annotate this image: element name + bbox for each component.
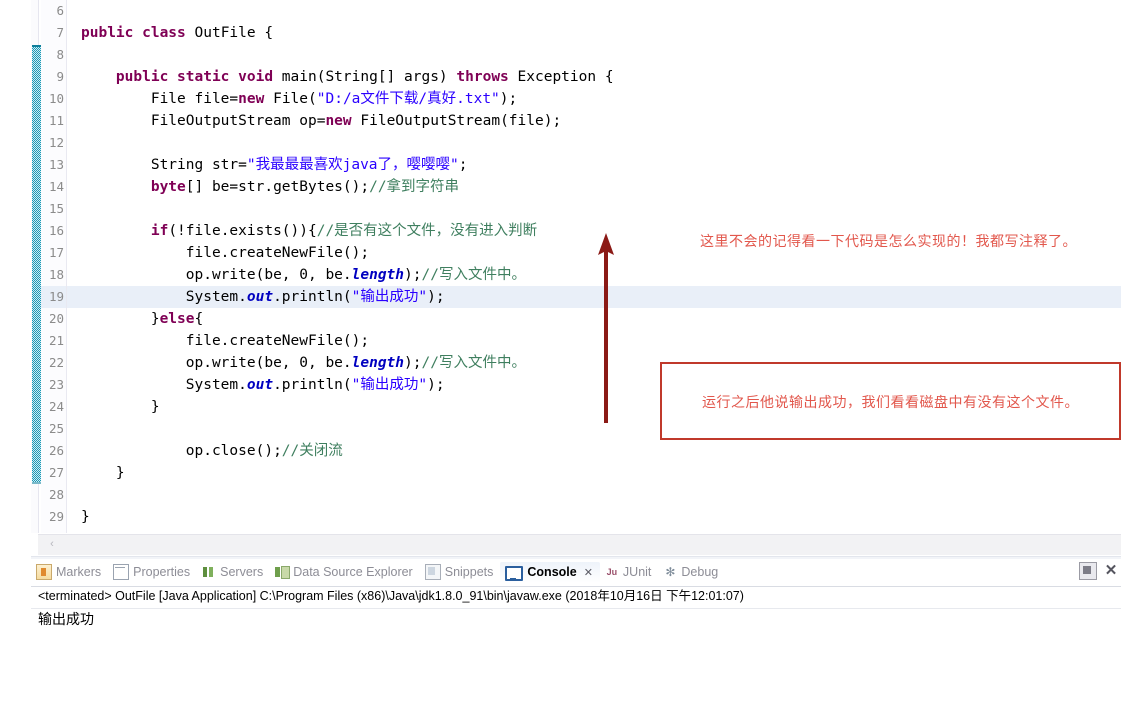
code-line-12[interactable] [67,132,1121,154]
editor-left-margin [0,0,31,556]
line-number-9: 9⊖ [41,66,75,88]
line-number-12: 12 [48,135,64,150]
panel-tab-label: Console [527,565,577,579]
line-number-25: 25 [48,421,64,436]
panel-tab-properties[interactable]: Properties [108,561,197,583]
line-number-14: 14 [48,179,64,194]
panel-left-margin [0,556,31,711]
panel-tab-data-source-explorer[interactable]: Data Source Explorer [270,562,420,582]
annotation-note-top: 这里不会的记得看一下代码是怎么实现的！我都写注释了。 [700,234,1077,250]
line-number-6: 6 [56,3,64,18]
line-number-24: 24 [48,399,64,414]
panel-tab-markers[interactable]: Markers [31,561,108,583]
panel-window-buttons[interactable]: ✕ [1079,562,1119,580]
line-number-19: 19 [41,286,66,308]
code-line-15[interactable] [67,198,1121,220]
code-line-14[interactable]: byte[] be=str.getBytes();//拿到字符串 [67,176,1121,198]
console-launch-config-label: <terminated> OutFile [Java Application] … [38,589,744,603]
line-number-28: 28 [48,487,64,502]
panel-tab-label: JUnit [622,565,652,579]
scroll-left-arrow-icon[interactable]: ‹ [44,536,60,552]
code-line-20[interactable]: }else{ [67,308,1121,330]
code-line-13[interactable]: String str="我最最最喜欢java了，嘤嘤嘤"; [67,154,1121,176]
line-number-13: 13 [48,157,64,172]
panel-tab-label: Debug [681,565,719,579]
editor-horizontal-scrollbar[interactable] [38,534,1121,555]
code-line-6[interactable] [67,0,1121,22]
code-line-27[interactable]: } [67,462,1121,484]
markers-icon [36,564,52,580]
line-number-26: 26 [48,443,64,458]
code-line-11[interactable]: FileOutputStream op=new FileOutputStream… [67,110,1121,132]
panel-tab-junit[interactable]: Ju JUnit [600,562,658,582]
line-number-gutter: 6 7 8 9⊖ 10 11 12 13 14 15 16 17 18 19 20 21 22 23 24 25 26 2… [41,0,75,546]
panel-tab-debug[interactable]: ✻ Debug [658,562,725,582]
panel-tab-snippets[interactable]: Snippets [420,561,501,583]
console-output-area[interactable]: 输出成功 [31,608,1121,711]
code-line-26[interactable]: op.close();//关闭流 [67,440,1121,462]
code-line-19[interactable]: System.out.println("输出成功"); [67,286,1121,308]
panel-tab-bar[interactable]: Markers Properties Servers Data Source Expl… [31,559,1121,585]
line-number-7: 7 [56,25,64,40]
properties-icon [113,564,130,580]
line-number-8: 8 [56,47,64,62]
debug-icon: ✻ [665,565,676,579]
code-text-surface[interactable]: public class OutFile { public static voi… [67,0,1121,533]
annotation-ruler-end [32,482,41,484]
database-icon [275,565,291,579]
line-number-22: 22 [48,355,64,370]
line-number-16: 16 [48,223,64,238]
console-icon [505,565,524,581]
console-output-line: 输出成功 [38,611,94,627]
annotation-note-boxed: 运行之后他说输出成功，我们看看磁盘中有没有这个文件。 [702,395,1079,411]
code-line-21[interactable]: file.createNewFile(); [67,330,1121,352]
line-number-10: 10 [48,91,64,106]
panel-tab-label: Data Source Explorer [293,565,413,579]
tab-close-icon[interactable]: ✕ [584,566,593,579]
panel-tab-label: Snippets [444,565,494,579]
code-editor[interactable]: 6 7 8 9⊖ 10 11 12 13 14 15 16 17 18 19 20 21 22 23 24 25 26 2… [0,0,1121,556]
junit-icon: Ju [606,567,618,577]
line-number-23: 23 [48,377,64,392]
panel-tab-label: Markers [56,565,102,579]
line-number-29: 29 [48,509,64,524]
line-number-15: 15 [48,201,64,216]
panel-tab-console[interactable]: Console ✕ [500,561,600,583]
line-number-21: 21 [48,333,64,348]
line-number-11: 11 [48,113,64,128]
close-panel-icon[interactable]: ✕ [1103,563,1119,579]
annotation-ruler-bar [32,45,41,484]
code-line-7[interactable]: public class OutFile { [67,22,1121,44]
maximize-panel-button[interactable] [1079,562,1097,580]
code-line-30[interactable] [67,528,1121,533]
panel-tab-servers[interactable]: Servers [197,562,270,582]
code-line-28[interactable] [67,484,1121,506]
code-line-8[interactable] [67,44,1121,66]
line-number-27: 27 [48,465,64,480]
panel-tab-label: Servers [220,565,264,579]
code-line-10[interactable]: File file=new File("D:/a文件下载/真好.txt"); [67,88,1121,110]
code-line-18[interactable]: op.write(be, 0, be.length);//写入文件中。 [67,264,1121,286]
code-line-9[interactable]: public static void main(String[] args) t… [67,66,1121,88]
line-number-17: 17 [48,245,64,260]
code-line-29[interactable]: } [67,506,1121,528]
servers-icon [202,565,216,579]
line-number-20: 20 [48,311,64,326]
panel-tab-label: Properties [133,565,191,579]
snippets-icon [424,564,441,580]
line-number-18: 18 [48,267,64,282]
